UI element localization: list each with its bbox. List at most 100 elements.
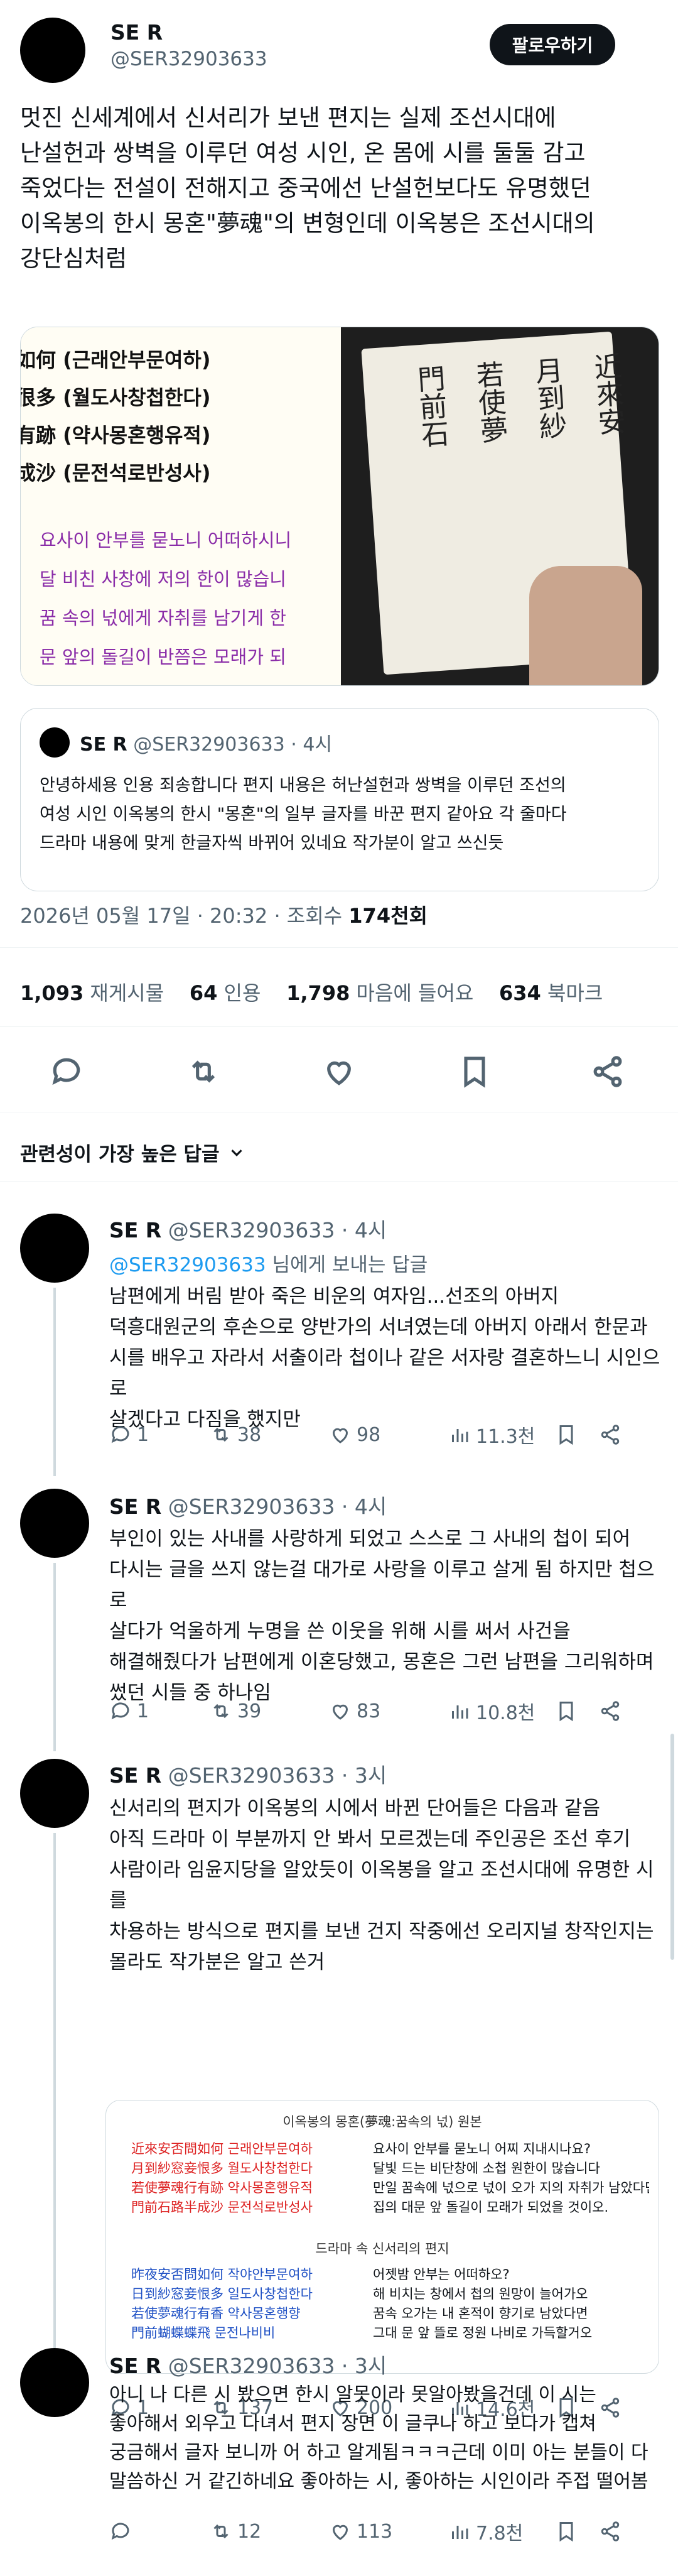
- like-count[interactable]: 83: [329, 1700, 448, 1722]
- reply-icon: [111, 1426, 129, 1443]
- bookmark-button[interactable]: [555, 2520, 599, 2543]
- thread-line: [53, 1563, 56, 1751]
- doc-line: 해 비치는 창에서 첩의 원망이 늘어가오: [373, 2286, 588, 2302]
- bookmark-stat[interactable]: 634 북마크: [499, 981, 603, 1005]
- reply-time[interactable]: · 3시: [342, 1763, 387, 1788]
- share-button[interactable]: [599, 1700, 622, 1722]
- media-letter-photo: 門前石 若使夢 月到紗 近來安: [341, 327, 659, 685]
- reply-time[interactable]: · 4시: [342, 1494, 387, 1519]
- retweet-count[interactable]: 39: [210, 1700, 329, 1722]
- share-button[interactable]: [599, 1423, 622, 1446]
- doc-line: 若使夢魂行有跡 약사몽혼행유적: [131, 2180, 313, 2195]
- like-icon: [332, 2524, 348, 2540]
- quote-time: · 4시: [291, 734, 333, 756]
- like-count[interactable]: 98: [329, 1423, 448, 1446]
- tweet-media[interactable]: 如何 (근래안부문여하) 很多 (월도사창첩한다) 有跡 (약사몽혼행유적) 成…: [20, 327, 659, 686]
- quote-text: 안녕하세용 인용 죄송합니다 편지 내용은 허난설헌과 쌍벽을 이루던 조선의 …: [40, 776, 567, 853]
- views-icon: [452, 2526, 468, 2539]
- doc-line: 月到紗窓妾恨多 월도사창첩한다: [131, 2161, 313, 2176]
- doc-line: 昨夜安否問如何 작야안부문여하: [131, 2267, 313, 2282]
- reply-to-label: 님에게 보내는 답글: [266, 1254, 428, 1276]
- media-text-image: 如何 (근래안부문여하) 很多 (월도사창첩한다) 有跡 (약사몽혼행유적) 成…: [21, 327, 341, 685]
- reply-avatar[interactable]: [20, 1489, 89, 1558]
- letter-column: 門前石: [411, 364, 449, 449]
- quoted-tweet[interactable]: SE R @SER32903633 · 4시 안녕하세용 인용 죄송합니다 편지…: [20, 708, 659, 891]
- retweet-icon[interactable]: [186, 1054, 221, 1089]
- doc-subtitle: 드라마 속 신서리의 편지: [315, 2241, 449, 2256]
- view-count[interactable]: 11.3천: [448, 1421, 555, 1448]
- bookmark-button[interactable]: [555, 1423, 599, 1446]
- reply-text: 부인이 있는 사내를 사랑하게 되었고 스스로 그 사내의 첩이 되어 다시는 …: [109, 1528, 655, 1704]
- follow-button[interactable]: 팔로우하기: [490, 24, 615, 65]
- author-avatar[interactable]: [20, 18, 85, 83]
- retweet-count[interactable]: 38: [210, 1423, 329, 1446]
- media-line: 很多 (월도사창첩한다): [20, 386, 211, 410]
- doc-line: 近來安否問如何 근래안부문여하: [131, 2141, 313, 2156]
- reply-actions: 1 38 98 11.3천: [109, 1421, 653, 1448]
- reply-author-handle[interactable]: @SER32903633: [168, 1218, 335, 1242]
- share-button[interactable]: [599, 2520, 622, 2543]
- reply-author-handle[interactable]: @SER32903633: [168, 1494, 335, 1519]
- doc-line: 그대 문 앞 뜰로 정원 나비로 가득할거오: [373, 2325, 593, 2340]
- hand-shape: [529, 566, 642, 685]
- retweet-icon: [213, 1427, 229, 1442]
- media-line: 如何 (근래안부문여하): [20, 348, 211, 372]
- doc-line: 요사이 안부를 묻노니 어찌 지내시나요?: [373, 2141, 591, 2156]
- repost-stat[interactable]: 1,093 재게시물: [20, 981, 164, 1005]
- doc-line: 달빛 드는 비단창에 소첩 원한이 많습니다: [373, 2161, 600, 2176]
- reply-author-name[interactable]: SE R: [109, 1494, 161, 1519]
- view-count: 174천회: [348, 904, 428, 928]
- doc-line: 만일 꿈속에 넋으로 넋이 오가 지의 자취가 남았다면: [373, 2180, 649, 2195]
- author-handle[interactable]: @SER32903633: [110, 48, 267, 70]
- media-line: 成沙 (문전석로반성사): [20, 461, 211, 485]
- tweet-text: 멋진 신세계에서 신서리가 보낸 편지는 실제 조선시대에 난설헌과 쌍벽을 이…: [20, 104, 595, 272]
- doc-line: 집의 대문 앞 돌길이 모래가 되었을 것이오.: [373, 2200, 609, 2215]
- bookmark-icon[interactable]: [457, 1054, 492, 1089]
- doc-line: 門前石路半成沙 문전석로반성사: [131, 2200, 313, 2215]
- reply-author-name[interactable]: SE R: [109, 1763, 161, 1788]
- thread-line: [53, 1288, 56, 1476]
- reply-author-handle[interactable]: @SER32903633: [168, 2354, 335, 2378]
- like-stat[interactable]: 1,798 마음에 들어요: [286, 981, 473, 1005]
- scrollbar[interactable]: [670, 1734, 674, 1960]
- reply-time[interactable]: · 3시: [342, 2354, 387, 2378]
- bookmark-icon: [559, 2522, 573, 2542]
- reply-count[interactable]: 1: [109, 1423, 210, 1446]
- reply-author-name[interactable]: SE R: [109, 2354, 161, 2378]
- timestamp[interactable]: 2026년 05월 17일 · 20:32 · 조회수: [20, 904, 342, 928]
- reply-count[interactable]: [109, 2520, 210, 2543]
- reply-avatar[interactable]: [20, 2348, 89, 2417]
- bookmark-button[interactable]: [555, 1700, 599, 1722]
- reply-actions: 1 39 83 10.8천: [109, 1697, 653, 1725]
- bookmark-icon: [559, 1702, 573, 1722]
- share-icon[interactable]: [590, 1054, 625, 1089]
- share-icon: [601, 1701, 620, 1721]
- reply-avatar[interactable]: [20, 1214, 89, 1283]
- like-icon: [332, 1704, 348, 1720]
- view-count[interactable]: 10.8천: [448, 1697, 555, 1725]
- media-purple-line: 꿈 속의 넋에게 자취를 남기게 한: [40, 607, 286, 629]
- doc-title: 이옥봉의 몽혼(夢魂:꿈속의 넋) 원본: [282, 2114, 482, 2129]
- reply-mention[interactable]: @SER32903633: [109, 1254, 266, 1276]
- reply-time[interactable]: · 4시: [342, 1218, 387, 1242]
- reply-count[interactable]: 1: [109, 1700, 210, 1722]
- view-count[interactable]: 7.8천: [448, 2518, 555, 2545]
- quote-author-handle: @SER32903633: [133, 734, 285, 756]
- reply-author-handle[interactable]: @SER32903633: [168, 1763, 335, 1788]
- author-name[interactable]: SE R: [110, 20, 163, 45]
- like-icon[interactable]: [321, 1054, 357, 1089]
- replies-sort[interactable]: 관련성이 가장 높은 답글: [20, 1138, 246, 1166]
- retweet-count[interactable]: 12: [210, 2520, 329, 2543]
- quote-stat[interactable]: 64 인용: [190, 981, 261, 1005]
- divider: [0, 1026, 678, 1027]
- thread-line: [53, 1833, 56, 2348]
- reply-image[interactable]: 이옥봉의 몽혼(夢魂:꿈속의 넋) 원본 近來安否問如何 근래안부문여하 月到紗…: [105, 2100, 659, 2374]
- doc-line: 어젯밤 안부는 어떠하오?: [373, 2267, 510, 2282]
- reply-icon[interactable]: [49, 1054, 84, 1089]
- reply-text: 아니 나 다른 시 봤으면 한시 알못이라 못알아봤을건데 이 시는 좋아해서 …: [109, 2384, 648, 2492]
- reply-actions: 12 113 7.8천: [109, 2518, 653, 2545]
- reply-avatar[interactable]: [20, 1759, 89, 1828]
- reply-author-name[interactable]: SE R: [109, 1218, 161, 1242]
- media-line: 有跡 (약사몽혼행유적): [20, 423, 211, 447]
- like-count[interactable]: 113: [329, 2520, 448, 2543]
